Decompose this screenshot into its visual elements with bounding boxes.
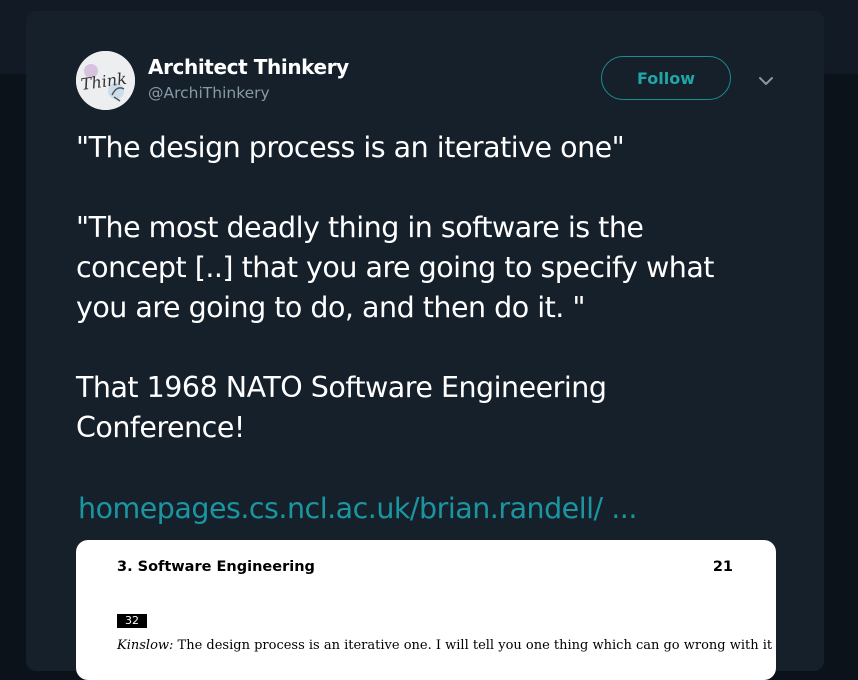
avatar[interactable]: Think — [76, 51, 135, 110]
tweet-line-5: That 1968 NATO Software Engineering — [76, 371, 607, 404]
author-handle[interactable]: @ArchiThinkery — [148, 84, 270, 102]
follow-button[interactable]: Follow — [601, 56, 731, 100]
tweet-line-4: you are going to do, and then do it. " — [76, 291, 586, 324]
preview-page-number: 21 — [712, 559, 733, 575]
preview-speaker: Kinslow: — [117, 638, 174, 653]
preview-excerpt-text: The design process is an iterative one. … — [177, 638, 776, 653]
tweet-line-2: "The most deadly thing in software is th… — [76, 211, 644, 244]
tweet-line-6: Conference! — [76, 411, 245, 444]
preview-badge: 32 — [117, 614, 147, 628]
preview-excerpt: Kinslow: The design process is an iterat… — [117, 638, 776, 653]
avatar-image: Think — [76, 51, 135, 110]
tweet-text: "The design process is an iterative one"… — [76, 128, 796, 448]
tweet-line-1: "The design process is an iterative one" — [76, 131, 625, 164]
preview-section-title: 3. Software Engineering — [117, 559, 315, 575]
chevron-down-icon — [759, 77, 773, 85]
tweet-link[interactable]: homepages.cs.ncl.ac.uk/brian.randell/ ..… — [78, 489, 637, 529]
tweet-menu-button[interactable] — [755, 72, 777, 90]
tweet-line-3: concept [..] that you are going to speci… — [76, 251, 714, 284]
author-display-name[interactable]: Architect Thinkery — [148, 55, 349, 79]
link-preview-card[interactable]: 3. Software Engineering 21 32 Kinslow: T… — [76, 540, 776, 680]
